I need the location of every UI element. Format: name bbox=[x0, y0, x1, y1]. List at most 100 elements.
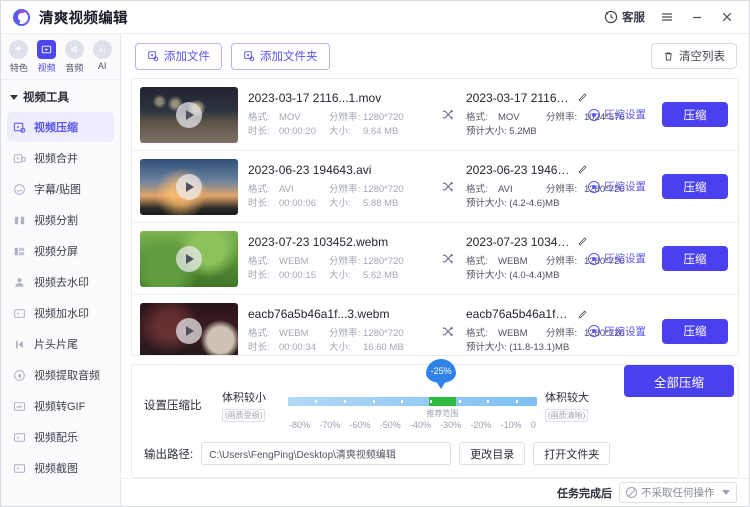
close-icon[interactable] bbox=[713, 5, 741, 29]
source-meta-line-1: 格式: WEBM 分辨率: 1280*720 bbox=[248, 327, 436, 341]
compress-all-button[interactable]: 全部压缩 bbox=[624, 365, 734, 397]
slider-track-wrapper[interactable]: -25% 推荐范围 -80% -70% -60% -50% -40% -30% … bbox=[288, 359, 537, 430]
sidebar-item-video-bgm[interactable]: 视频配乐 bbox=[7, 422, 114, 452]
category-tab-video[interactable]: 视频 bbox=[33, 40, 61, 74]
hamburger-menu-icon[interactable] bbox=[653, 5, 681, 29]
after-task-select[interactable]: 不采取任何操作 bbox=[619, 482, 737, 503]
sidebar-item-label: 视频去水印 bbox=[34, 277, 89, 289]
pencil-edit-icon[interactable] bbox=[577, 309, 588, 320]
source-meta-line-2: 时长: 00:00:15 大小: 5.62 MB bbox=[248, 269, 436, 283]
table-row[interactable]: eacb76a5b46a1f...3.webm 格式: WEBM 分辨率: 12… bbox=[132, 295, 738, 355]
source-resolution-value: 1280*720 bbox=[363, 255, 404, 267]
output-estimated-size-row: 预计大小: (4.2-4.6)MB bbox=[466, 197, 588, 211]
output-meta-line-1: 格式: AVI 分辨率: 1280*720 bbox=[466, 183, 625, 197]
sidebar-item-subtitle-sticker[interactable]: 字幕/贴图 bbox=[7, 174, 114, 204]
resolution-label: 分辨率: bbox=[329, 255, 361, 267]
compress-button[interactable]: 压缩 bbox=[662, 174, 728, 199]
output-file-info: 2023-07-23 103452.webm 格式: WEBM 分辨率: bbox=[458, 235, 625, 283]
sidebar-item-intro-outro[interactable]: 片头片尾 bbox=[7, 329, 114, 359]
output-format-value: MOV bbox=[498, 111, 520, 123]
output-meta-line-1: 格式: MOV 分辨率: 1024*576 bbox=[466, 111, 625, 125]
sidebar-item-add-watermark[interactable]: 视频加水印 bbox=[7, 298, 114, 328]
video-merge-icon bbox=[12, 151, 27, 166]
minimize-icon[interactable] bbox=[683, 5, 711, 29]
output-meta-line-1: 格式: WEBM 分辨率: 1280*720 bbox=[466, 327, 625, 341]
sidebar-item-label: 视频合并 bbox=[34, 153, 78, 165]
output-path-label: 输出路径: bbox=[144, 448, 194, 461]
resolution-label: 分辨率: bbox=[329, 183, 361, 195]
video-thumbnail[interactable] bbox=[140, 230, 238, 287]
sidebar-item-video-compress[interactable]: 视频压缩 bbox=[7, 112, 114, 142]
add-folder-button[interactable]: 添加文件夹 bbox=[231, 42, 330, 70]
pencil-edit-icon[interactable] bbox=[577, 236, 588, 247]
target-ring-icon bbox=[588, 108, 600, 121]
sidebar-item-video-screenshot[interactable]: 视频截图 bbox=[7, 453, 114, 483]
compression-settings-button[interactable]: 压缩设置 bbox=[588, 107, 646, 122]
sidebar-item-video-to-gif[interactable]: 视频转GIF bbox=[7, 391, 114, 421]
slider-track[interactable] bbox=[288, 397, 537, 406]
output-file-name-row: 2023-06-23 194643.avi bbox=[466, 163, 588, 177]
remove-watermark-icon bbox=[12, 275, 27, 290]
source-duration-value: 00:00:15 bbox=[279, 269, 316, 281]
video-thumbnail[interactable] bbox=[140, 303, 238, 355]
sidebar-item-video-splitscreen[interactable]: 视频分屏 bbox=[7, 236, 114, 266]
sidebar-item-remove-watermark[interactable]: 视频去水印 bbox=[7, 267, 114, 297]
source-meta-line-2: 时长: 00:00:20 大小: 9.64 MB bbox=[248, 125, 436, 139]
sidebar-item-video-split[interactable]: 视频分割 bbox=[7, 205, 114, 235]
resolution-label: 分辨率: bbox=[546, 328, 578, 339]
pencil-edit-icon[interactable] bbox=[577, 92, 588, 103]
customer-service-button[interactable]: 客服 bbox=[598, 5, 651, 29]
sidebar-item-extract-audio[interactable]: 视频提取音频 bbox=[7, 360, 114, 390]
pencil-edit-icon[interactable] bbox=[577, 164, 588, 175]
play-icon bbox=[176, 318, 202, 344]
film-icon bbox=[37, 40, 57, 59]
table-row[interactable]: 2023-07-23 103452.webm 格式: WEBM 分辨率: 128… bbox=[132, 223, 738, 295]
format-label: 格式: bbox=[466, 328, 488, 339]
compression-slider[interactable]: 体积较小 (画质受损) -25% 推荐范围 -80% -70% -60% -50… bbox=[222, 359, 603, 430]
compression-settings-button[interactable]: 压缩设置 bbox=[588, 251, 646, 266]
category-tab-audio[interactable]: 音频 bbox=[61, 40, 89, 74]
output-path-input[interactable]: C:\Users\FengPing\Desktop\清爽视频编辑 bbox=[201, 442, 452, 465]
category-tab-label: 视频 bbox=[37, 63, 56, 73]
tick-label: -70% bbox=[319, 420, 341, 430]
source-meta-line-2: 时长: 00:00:34 大小: 16.60 MB bbox=[248, 341, 436, 355]
compress-button[interactable]: 压缩 bbox=[662, 246, 728, 271]
estimated-size-label: 预计大小: bbox=[466, 342, 507, 353]
table-row[interactable]: 2023-03-17 2116...1.mov 格式: MOV 分辨率: 128… bbox=[132, 79, 738, 151]
output-estimated-size-row: 预计大小: (4.0-4.4)MB bbox=[466, 269, 588, 283]
category-tab-ai[interactable]: Ai AI bbox=[88, 40, 116, 74]
compression-settings-button[interactable]: 压缩设置 bbox=[588, 324, 646, 339]
compression-settings-button[interactable]: 压缩设置 bbox=[588, 179, 646, 194]
compress-button[interactable]: 压缩 bbox=[662, 318, 728, 344]
add-folder-label: 添加文件夹 bbox=[260, 51, 318, 63]
shuffle-arrows-icon bbox=[436, 252, 458, 265]
change-directory-button[interactable]: 更改目录 bbox=[459, 442, 526, 465]
title-bar-actions: 客服 bbox=[598, 5, 741, 29]
sidebar-item-label: 视频转GIF bbox=[34, 401, 86, 413]
target-ring-icon bbox=[588, 180, 600, 193]
slider-value-badge: -25% bbox=[426, 359, 457, 383]
video-thumbnail[interactable] bbox=[140, 158, 238, 215]
sparkle-icon bbox=[9, 40, 29, 59]
source-format-value: WEBM bbox=[279, 255, 309, 267]
sidebar-item-label: 视频压缩 bbox=[34, 122, 78, 134]
sidebar-group-header[interactable]: 视频工具 bbox=[1, 80, 120, 112]
add-file-button[interactable]: 添加文件 bbox=[135, 42, 222, 70]
table-row[interactable]: 2023-06-23 194643.avi 格式: AVI 分辨率: 1280*… bbox=[132, 151, 738, 223]
duration-label: 时长: bbox=[248, 342, 270, 353]
resolution-label: 分辨率: bbox=[546, 111, 578, 123]
format-label: 格式: bbox=[248, 255, 270, 267]
tick-label: -60% bbox=[349, 420, 371, 430]
source-file-info: 2023-07-23 103452.webm 格式: WEBM 分辨率: 128… bbox=[238, 235, 436, 283]
category-tab-featured[interactable]: 特色 bbox=[5, 40, 33, 74]
format-label: 格式: bbox=[466, 183, 488, 195]
compress-button[interactable]: 压缩 bbox=[662, 102, 728, 127]
video-thumbnail[interactable] bbox=[140, 86, 238, 143]
source-duration-value: 00:00:34 bbox=[279, 342, 316, 353]
category-tab-label: 音频 bbox=[65, 63, 84, 73]
slider-right-caption-note: (画质清晰) bbox=[545, 409, 589, 422]
slider-handle[interactable]: -25% bbox=[426, 359, 457, 389]
clear-list-button[interactable]: 清空列表 bbox=[651, 43, 737, 69]
sidebar-item-video-merge[interactable]: 视频合并 bbox=[7, 143, 114, 173]
open-folder-button[interactable]: 打开文件夹 bbox=[533, 442, 611, 465]
